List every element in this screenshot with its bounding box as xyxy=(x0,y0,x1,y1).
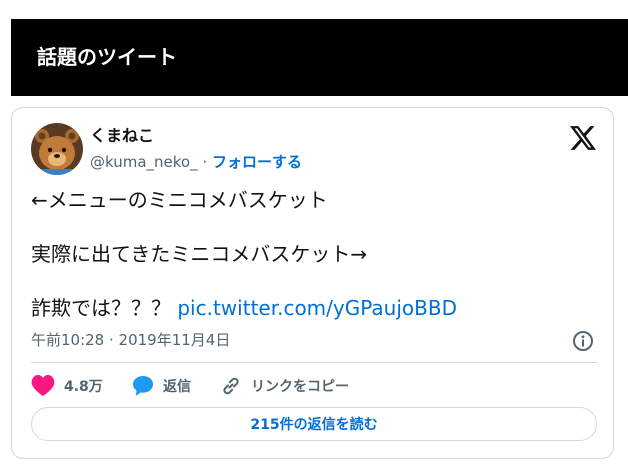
copy-link-label: リンクをコピー xyxy=(251,379,349,395)
avatar[interactable] xyxy=(31,123,83,175)
user-handle[interactable]: @kuma_neko_ xyxy=(90,153,198,171)
banner-title: 話題のツイート xyxy=(37,45,177,69)
link-icon xyxy=(223,377,239,395)
tweet-text-line-3: 詐欺では？？？ pic.twitter.com/yGPaujoBBD xyxy=(31,295,457,321)
tweet-text-line-2: 実際に出てきたミニコメバスケット→ xyxy=(31,242,368,266)
read-replies-button[interactable]: 215件の返信を読む xyxy=(31,407,597,441)
tweet-card: くまねこ @kuma_neko_ · フォローする ←メニューのミニコメバスケッ… xyxy=(11,107,614,459)
handle-row: @kuma_neko_ · フォローする xyxy=(90,152,302,172)
separator-dot: · xyxy=(202,153,208,171)
info-icon[interactable] xyxy=(572,330,594,352)
tweet-text-line-1: ←メニューのミニコメバスケット xyxy=(31,188,328,212)
x-logo-icon[interactable] xyxy=(570,126,596,150)
trending-banner: 話題のツイート xyxy=(11,19,628,96)
reply-label: 返信 xyxy=(163,379,191,395)
reply-button[interactable]: 返信 xyxy=(132,374,191,398)
tweet-text-body: 詐欺では？？？ xyxy=(31,296,171,320)
like-button[interactable]: 4.8万 xyxy=(31,374,103,398)
reply-bubble-icon xyxy=(133,376,153,396)
divider xyxy=(31,362,597,363)
copy-link-button[interactable]: リンクをコピー xyxy=(220,374,349,398)
follow-button[interactable]: フォローする xyxy=(212,153,302,171)
heart-icon xyxy=(31,375,55,396)
tweet-timestamp[interactable]: 午前10:28 · 2019年11月4日 xyxy=(31,330,230,350)
like-count: 4.8万 xyxy=(64,379,103,395)
display-name[interactable]: くまねこ xyxy=(90,126,154,146)
tweet-media-link[interactable]: pic.twitter.com/yGPaujoBBD xyxy=(177,296,457,320)
